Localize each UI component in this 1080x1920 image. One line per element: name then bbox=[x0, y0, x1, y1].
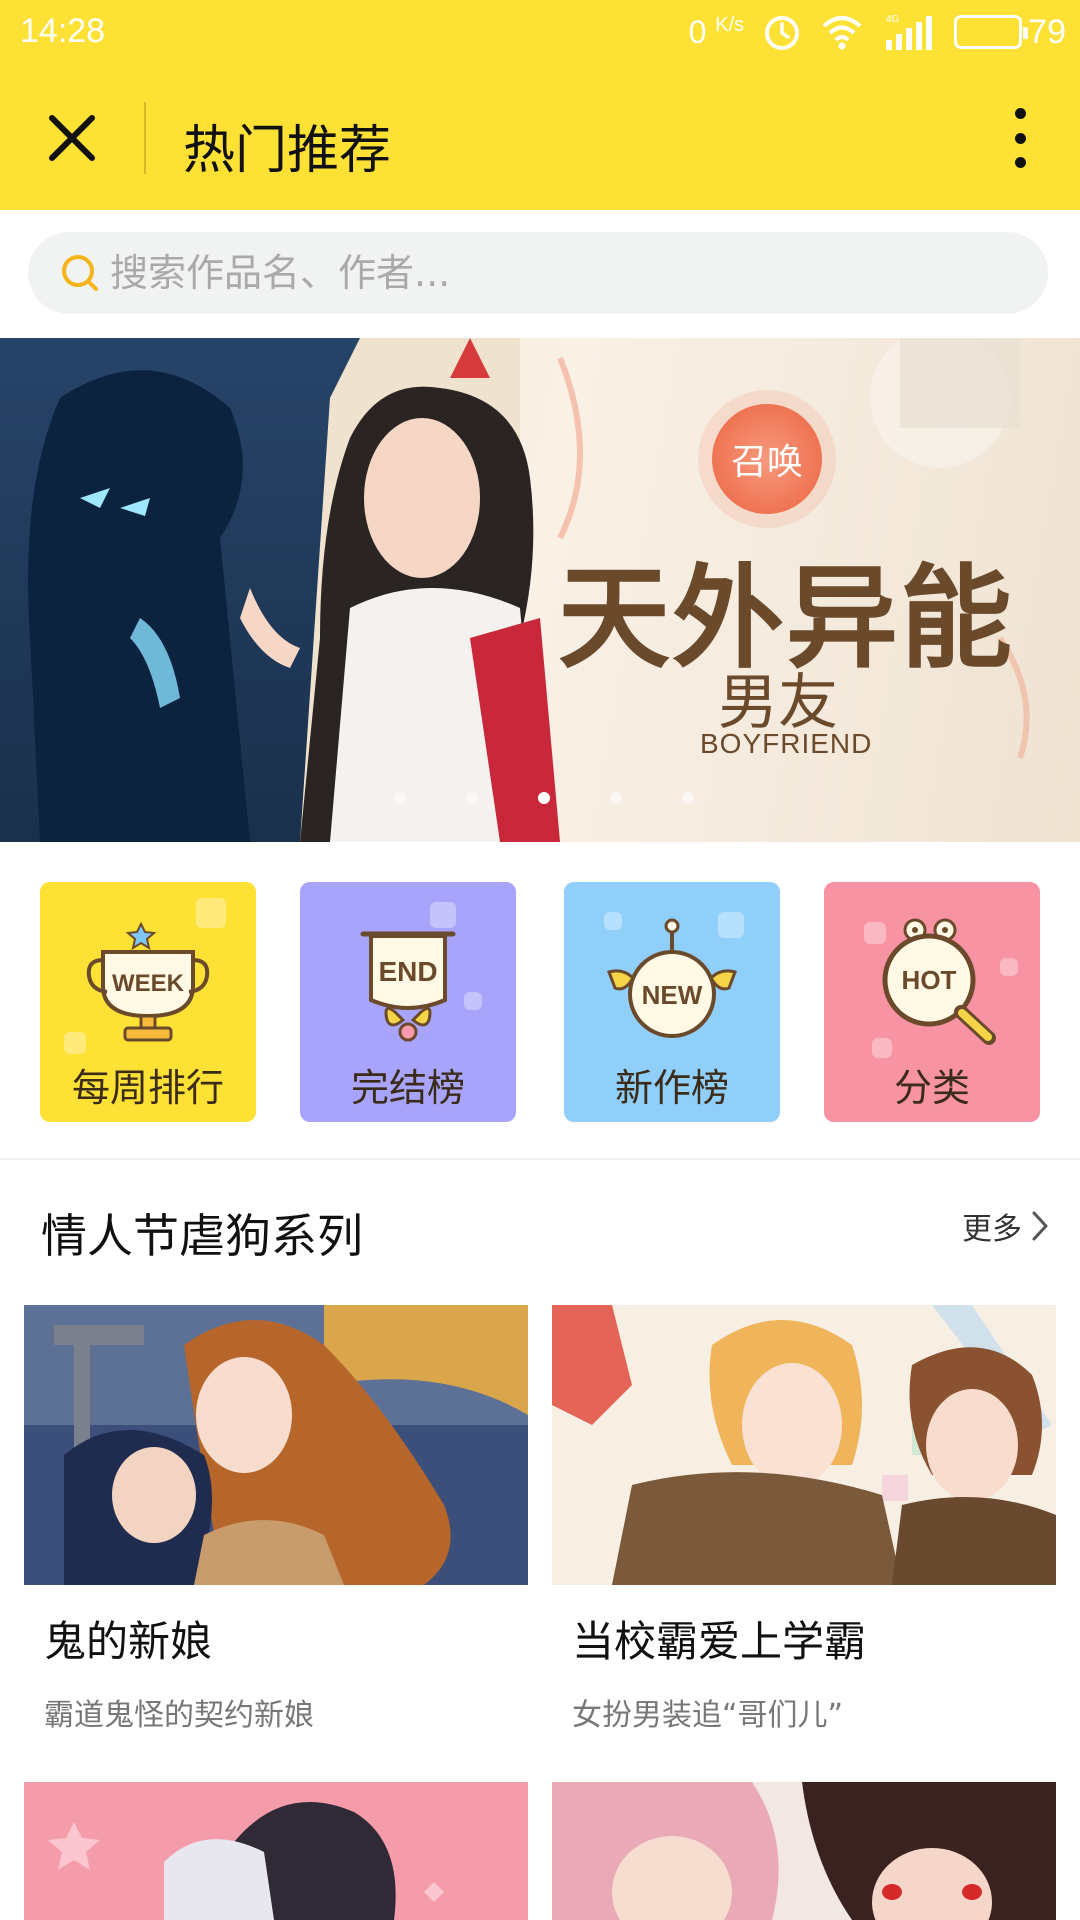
badge-text: END bbox=[378, 956, 437, 987]
battery-percent: 79 bbox=[1028, 12, 1066, 51]
category-label: 完结榜 bbox=[350, 1066, 465, 1110]
category-label: 分类 bbox=[893, 1066, 970, 1110]
comic-cover[interactable] bbox=[552, 1782, 1056, 1920]
category-classification[interactable]: HOT 分类 bbox=[824, 882, 1040, 1122]
comic-title[interactable]: 当校霸爱上学霸 bbox=[572, 1608, 866, 1669]
comic-cover-art bbox=[24, 1782, 528, 1920]
search-input[interactable] bbox=[110, 251, 990, 295]
battery-indicator: 79 bbox=[954, 13, 1066, 52]
comic-cover[interactable] bbox=[24, 1305, 528, 1585]
trophy-icon: WEEK bbox=[86, 921, 210, 1042]
carousel-dot[interactable] bbox=[466, 792, 478, 804]
carousel-dot[interactable] bbox=[610, 792, 622, 804]
badge-text: NEW bbox=[642, 980, 703, 1010]
banner-carousel[interactable]: 召唤 天外异能 男友 BOYFRIEND bbox=[0, 338, 1080, 842]
carousel-dot[interactable] bbox=[682, 792, 694, 804]
magnifier-icon: HOT bbox=[882, 918, 996, 1045]
status-bar: 14:28 0 K/s 4G 79 bbox=[0, 0, 1080, 66]
battery-icon bbox=[954, 15, 1029, 49]
page-title: 热门推荐 bbox=[183, 121, 392, 181]
title-bar: 热门推荐 bbox=[0, 66, 1080, 210]
status-icons: 0 K/s 4G 79 bbox=[689, 10, 1066, 54]
status-time: 14:28 bbox=[20, 12, 106, 50]
category-completed[interactable]: END 完结榜 bbox=[300, 882, 516, 1122]
comic-title[interactable]: 鬼的新娘 bbox=[44, 1608, 212, 1669]
more-dot bbox=[1014, 132, 1026, 144]
wifi-icon bbox=[822, 16, 862, 50]
search-bar[interactable] bbox=[28, 232, 1048, 314]
category-weekly-ranking[interactable]: WEEK 每周排行 bbox=[40, 882, 256, 1122]
category-label: 新作榜 bbox=[614, 1066, 729, 1110]
comic-cover[interactable] bbox=[24, 1782, 528, 1920]
end-banner-icon: END bbox=[360, 931, 456, 1042]
alarm-icon bbox=[765, 16, 800, 50]
carousel-dot[interactable] bbox=[538, 792, 550, 804]
more-label: 更多 bbox=[962, 1212, 1022, 1247]
close-button[interactable] bbox=[40, 106, 104, 170]
chevron-right-icon bbox=[1032, 1211, 1048, 1241]
carousel-dot[interactable] bbox=[394, 792, 406, 804]
category-label: 每周排行 bbox=[71, 1066, 224, 1110]
section-divider bbox=[0, 1158, 1080, 1160]
comic-cover[interactable] bbox=[552, 1305, 1056, 1585]
section-title: 情人节虐狗系列 bbox=[41, 1209, 363, 1263]
banner-english-title: BOYFRIEND bbox=[700, 728, 873, 759]
network-speed: 0 K/s bbox=[688, 13, 745, 50]
more-dot bbox=[1014, 108, 1026, 119]
more-dot bbox=[1014, 157, 1026, 168]
comic-cover-art bbox=[552, 1305, 1056, 1585]
carousel-indicator bbox=[394, 792, 694, 804]
new-bell-icon: NEW bbox=[607, 918, 737, 1038]
banner-badge: 召唤 bbox=[712, 404, 822, 514]
more-link[interactable]: 更多 bbox=[962, 1204, 1052, 1248]
category-new-works[interactable]: NEW 新作榜 bbox=[564, 882, 780, 1122]
title-divider bbox=[144, 102, 146, 174]
badge-text: HOT bbox=[902, 965, 957, 995]
comic-cover-art bbox=[552, 1782, 1056, 1920]
close-icon bbox=[49, 115, 95, 161]
comic-description: 女扮男装追“哥们儿” bbox=[572, 1698, 844, 1733]
search-icon bbox=[62, 255, 98, 291]
comic-description: 霸道鬼怪的契约新娘 bbox=[44, 1698, 314, 1733]
signal-4g-icon: 4G bbox=[886, 14, 933, 50]
svg-text:4G: 4G bbox=[886, 14, 900, 25]
comic-cover-art bbox=[24, 1305, 528, 1585]
badge-text: WEEK bbox=[112, 970, 185, 997]
more-menu-button[interactable] bbox=[1000, 102, 1040, 174]
